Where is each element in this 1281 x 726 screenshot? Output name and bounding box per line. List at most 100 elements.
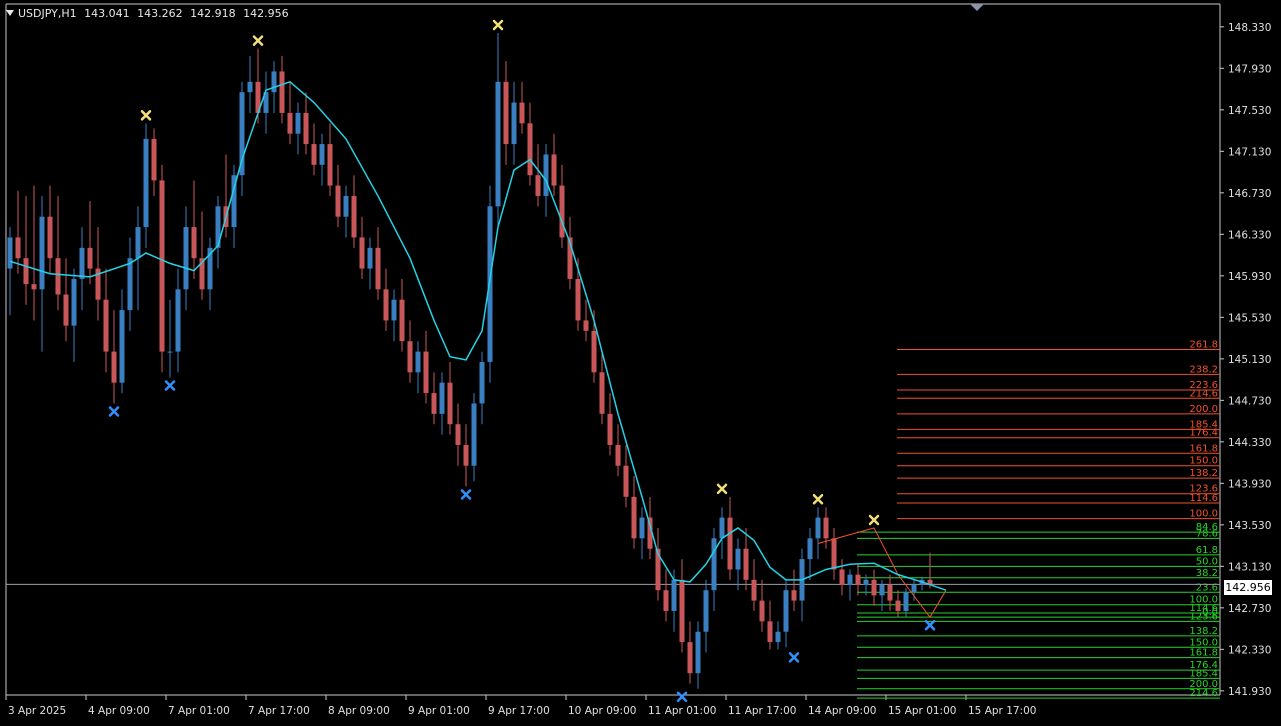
candle-body — [319, 144, 325, 165]
candle-body — [807, 538, 813, 560]
swing-low-marker-icon — [788, 652, 800, 663]
candle-body — [31, 284, 37, 290]
candle-body — [767, 621, 773, 643]
swing-low-marker-icon — [108, 406, 120, 417]
x-tick-label: 15 Apr 01:00 — [888, 705, 956, 717]
x-tick-label: 10 Apr 09:00 — [568, 705, 636, 717]
high-price: 143.262 — [137, 7, 183, 20]
candle-body — [559, 185, 565, 238]
candle-body — [383, 289, 389, 321]
candle-body — [455, 424, 461, 445]
candle-body — [431, 393, 437, 414]
candle-body — [135, 227, 141, 259]
candle-body — [727, 517, 733, 570]
fib-label-up: 138.2 — [1189, 468, 1218, 479]
y-tick-label: 142.330 — [1228, 644, 1271, 656]
fib-label-up: 261.8 — [1189, 340, 1218, 351]
candle-body — [471, 403, 477, 466]
candle-body — [111, 351, 117, 383]
price-chart[interactable]: 148.330 147.930 147.530 147.130 146.730 146.3… — [0, 0, 1281, 726]
candle-body — [815, 517, 821, 539]
candle-body — [375, 247, 381, 290]
candle-body — [583, 320, 589, 331]
y-tick-label: 143.530 — [1228, 520, 1271, 532]
y-tick-label: 141.930 — [1228, 686, 1271, 698]
fib-label-down: 161.8 — [1189, 648, 1218, 659]
candle-body — [39, 216, 45, 290]
fib-label-down: 61.8 — [1196, 545, 1218, 556]
candle-body — [15, 237, 21, 259]
y-tick-label: 145.930 — [1228, 271, 1271, 283]
x-tick-label: 14 Apr 09:00 — [808, 705, 876, 717]
fib-label-up: 176.4 — [1189, 428, 1218, 439]
candle-body — [623, 465, 629, 497]
candle-body — [295, 112, 301, 134]
candle-body — [871, 579, 877, 596]
candle-body — [175, 289, 181, 352]
fib-label-down: 78.6 — [1196, 528, 1218, 539]
close-price: 142.956 — [243, 7, 289, 20]
chart-header: USDJPY,H1 143.041 143.262 142.918 142.95… — [6, 7, 293, 20]
candle-body — [303, 112, 309, 145]
swing-high-marker-icon — [716, 483, 728, 495]
candle-body — [839, 569, 845, 586]
candle-body — [503, 81, 509, 145]
scroll-marker-icon[interactable] — [970, 4, 984, 11]
candle-body — [599, 372, 605, 414]
candle-body — [607, 413, 613, 445]
candle-body — [239, 92, 245, 176]
candle-body — [247, 81, 253, 93]
y-tick-label: 148.330 — [1228, 22, 1271, 34]
candle-body — [575, 278, 581, 321]
fib-label-up: 200.0 — [1189, 404, 1218, 415]
candle-body — [399, 299, 405, 342]
swing-low-marker-icon — [676, 691, 688, 703]
candle-body — [687, 642, 693, 674]
candle-body — [367, 247, 373, 269]
x-tick-label: 7 Apr 17:00 — [248, 705, 310, 717]
x-tick-label: 7 Apr 01:00 — [168, 705, 230, 717]
candle-body — [143, 138, 149, 228]
chart-area[interactable]: 148.330 147.930 147.530 147.130 146.730 146.3… — [0, 0, 1281, 726]
candle-body — [639, 517, 645, 539]
candle-body — [423, 351, 429, 394]
candle-body — [887, 585, 893, 601]
open-price: 143.041 — [84, 7, 130, 20]
swing-low-marker-icon — [164, 380, 176, 391]
candle-body — [751, 579, 757, 601]
candle-body — [895, 600, 901, 611]
candle-body — [487, 206, 493, 362]
candle-body — [823, 517, 829, 539]
candle-body — [855, 574, 861, 586]
candle-body — [415, 351, 421, 373]
y-tick-label: 147.930 — [1228, 63, 1271, 75]
y-tick-label: 144.730 — [1228, 395, 1271, 407]
swing-high-marker-icon — [492, 19, 504, 31]
candle-body — [439, 382, 445, 414]
y-tick-label: 146.330 — [1228, 229, 1271, 241]
candle-body — [167, 351, 173, 353]
candle-body — [87, 247, 93, 269]
y-tick-label: 144.330 — [1228, 437, 1271, 449]
x-tick-label: 3 Apr 2025 — [8, 705, 66, 717]
candle-body — [695, 631, 701, 674]
candle-body — [791, 590, 797, 601]
candle-body — [663, 590, 669, 611]
candle-body — [783, 590, 789, 632]
x-tick-label: 4 Apr 09:00 — [88, 705, 150, 717]
candle-body — [191, 227, 197, 259]
candle-body — [7, 237, 13, 269]
candle-body — [535, 175, 541, 196]
candle-body — [735, 548, 741, 570]
candle-body — [527, 123, 533, 176]
candle-body — [271, 71, 277, 93]
candle-body — [759, 600, 765, 622]
candle-body — [775, 631, 781, 643]
candle-body — [407, 341, 413, 373]
fib-label-down: 150.0 — [1189, 637, 1218, 648]
candle-body — [463, 444, 469, 466]
swing-high-marker-icon — [252, 35, 264, 46]
candle-body — [159, 180, 165, 352]
y-tick-label: 146.730 — [1228, 188, 1271, 200]
triangle-down-icon[interactable] — [6, 10, 14, 16]
